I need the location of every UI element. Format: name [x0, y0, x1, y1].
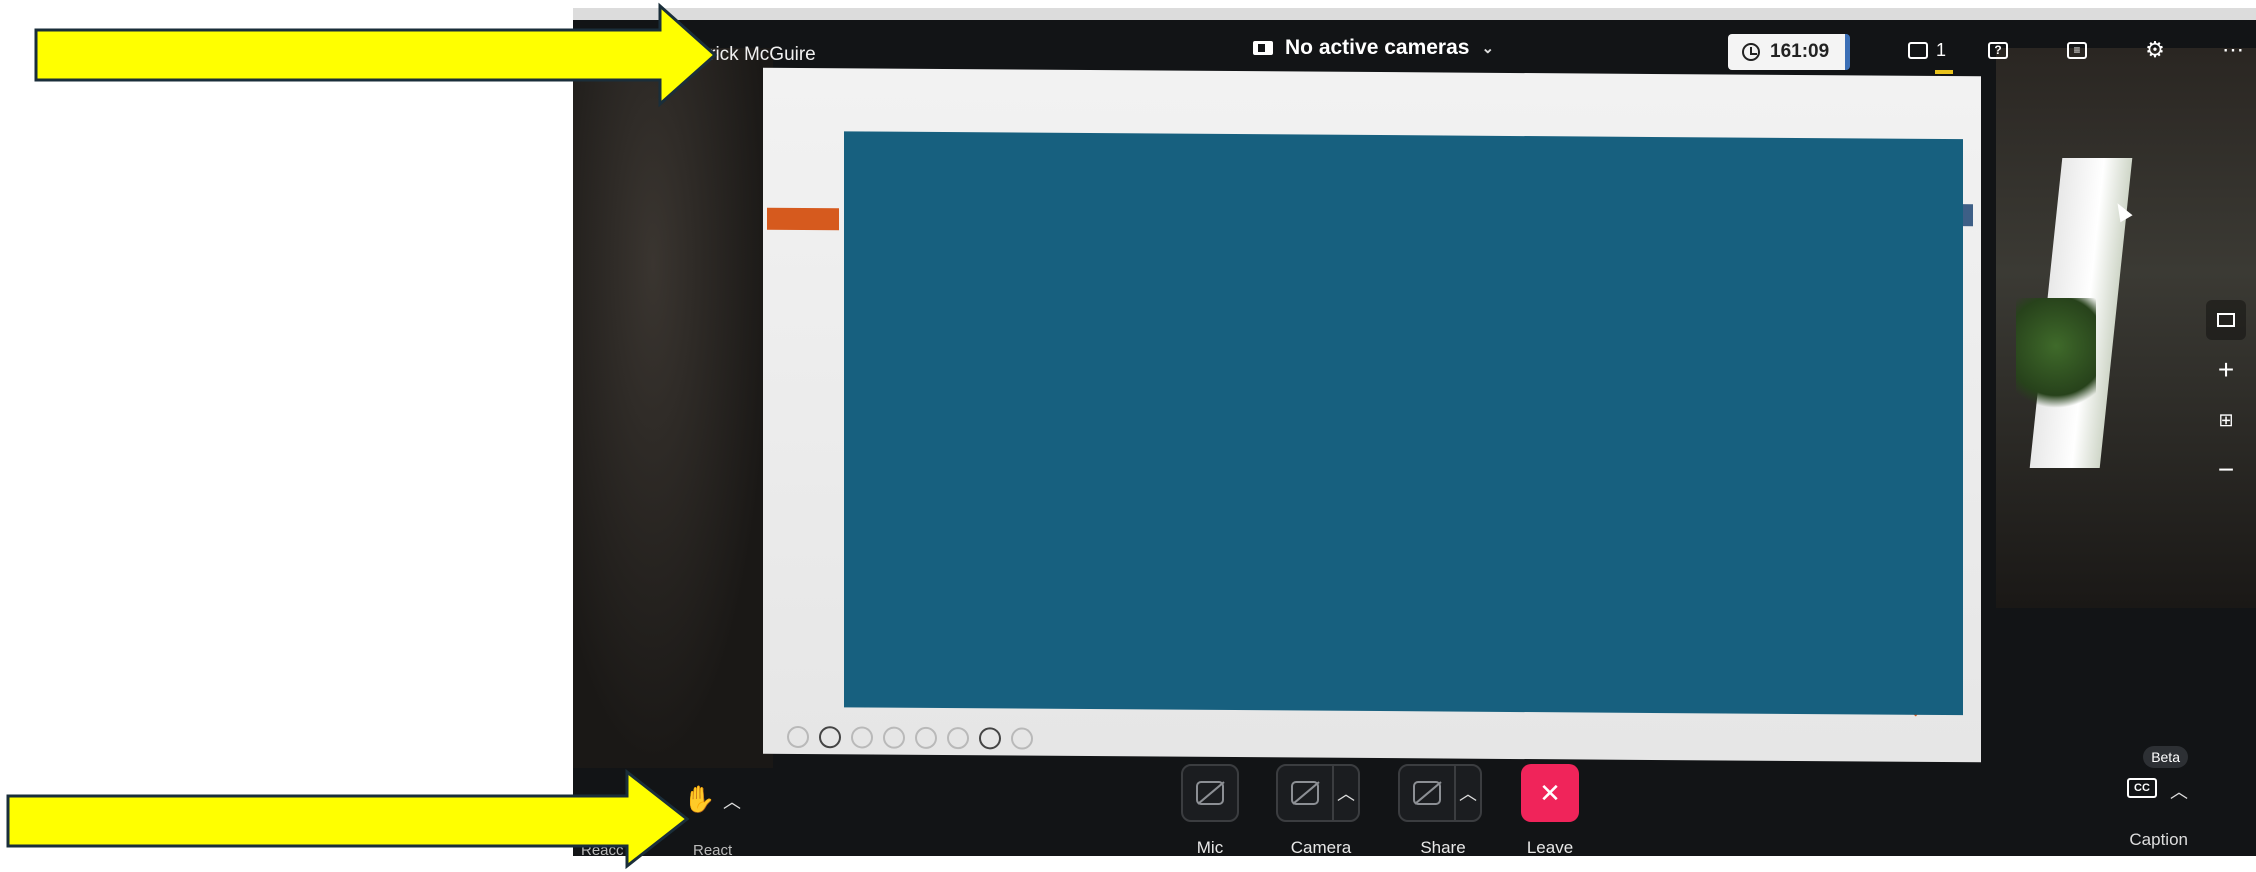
share-options-button[interactable]: ︿ — [1454, 764, 1482, 822]
share-label: Share — [1420, 838, 1466, 856]
fit-to-screen-button[interactable]: ⊞ — [2206, 400, 2246, 440]
more-options-button[interactable]: ⋯ — [2218, 36, 2248, 64]
chat-active-indicator — [1935, 70, 1953, 74]
settings-button[interactable]: ⚙ — [2140, 36, 2170, 64]
slide-tool-pen-icon[interactable] — [851, 726, 873, 749]
share-button[interactable] — [1398, 764, 1456, 822]
react-label: React — [693, 842, 733, 856]
share-off-icon — [1413, 781, 1441, 805]
chevron-down-icon: ⌄ — [1481, 40, 1495, 57]
chat-icon — [1908, 41, 1928, 59]
chat-button[interactable] — [1903, 36, 1933, 64]
mic-label: Mic — [1196, 838, 1224, 856]
closed-caption-icon[interactable]: CC — [2127, 778, 2157, 798]
camera-button[interactable] — [1276, 764, 1334, 822]
room-background-left — [573, 48, 773, 768]
slide-tool-more-icon[interactable] — [1011, 727, 1033, 750]
slide-toolbar — [787, 725, 1033, 750]
question-icon: ? — [1988, 41, 2008, 59]
chat-count-badge: 1 — [1936, 40, 1947, 60]
qa-button[interactable]: ? — [1983, 36, 2013, 64]
mic-off-icon — [1196, 781, 1224, 805]
chevron-up-icon: ︿ — [1337, 784, 1355, 804]
plant-background — [2016, 298, 2096, 418]
notes-icon: ≡ — [2067, 41, 2087, 59]
monitor-bezel — [573, 8, 2256, 20]
gear-icon: ⚙ — [2145, 37, 2165, 62]
camera-label: Camera — [1290, 838, 1352, 856]
slide-tool-copy-icon[interactable] — [883, 726, 905, 749]
meeting-window: derick McGuire No active cameras ⌄ 161:0… — [573, 8, 2256, 856]
leave-label: Leave — [1526, 838, 1574, 856]
clock-icon — [1742, 43, 1760, 61]
zoom-out-button[interactable]: − — [2206, 450, 2246, 490]
camera-status-text: No active cameras — [1285, 36, 1470, 59]
fit-screen-icon: ⊞ — [2218, 409, 2234, 430]
minus-icon: − — [2217, 454, 2235, 485]
camera-off-icon — [1291, 781, 1319, 805]
slide-tool-grid-icon[interactable] — [947, 727, 969, 750]
annotation-arrow-bottom — [6, 768, 690, 870]
slide-tool-pointer-icon[interactable] — [819, 726, 841, 749]
meeting-timer[interactable]: 161:09 — [1728, 34, 1850, 70]
camera-options-button[interactable]: ︿ — [1332, 764, 1360, 822]
shared-slide — [763, 67, 1981, 763]
video-camera-icon — [1253, 41, 1273, 55]
ellipsis-icon: ⋯ — [2222, 37, 2244, 62]
beta-badge: Beta — [2143, 746, 2188, 768]
slide-tool-video-icon[interactable] — [979, 727, 1001, 750]
timer-value: 161:09 — [1770, 41, 1830, 62]
caption-options-chevron-icon[interactable]: ︿ — [2170, 778, 2188, 804]
slide-tool-zoom-icon[interactable] — [915, 726, 937, 749]
slide-tool-info-icon[interactable] — [787, 725, 809, 749]
slide-accent-orange — [767, 207, 839, 231]
close-icon: ✕ — [1539, 777, 1561, 808]
zoom-in-button[interactable]: + — [2206, 350, 2246, 390]
chevron-up-icon: ︿ — [1459, 784, 1477, 804]
react-menu-chevron-icon[interactable]: ︿ — [723, 788, 741, 814]
mic-button[interactable] — [1181, 764, 1239, 822]
slide-content-panel — [844, 131, 1963, 716]
plus-icon: + — [2217, 354, 2235, 385]
caption-label: Caption — [2129, 830, 2188, 849]
leave-button[interactable]: ✕ — [1521, 764, 1579, 822]
camera-status-dropdown[interactable]: No active cameras ⌄ — [1253, 36, 1494, 60]
monitor-icon — [2217, 313, 2235, 327]
annotation-arrow-top — [34, 2, 718, 108]
notes-button[interactable]: ≡ — [2062, 36, 2092, 64]
top-bar: derick McGuire No active cameras ⌄ 161:0… — [573, 20, 2256, 74]
presenter-view-button[interactable] — [2206, 300, 2246, 340]
